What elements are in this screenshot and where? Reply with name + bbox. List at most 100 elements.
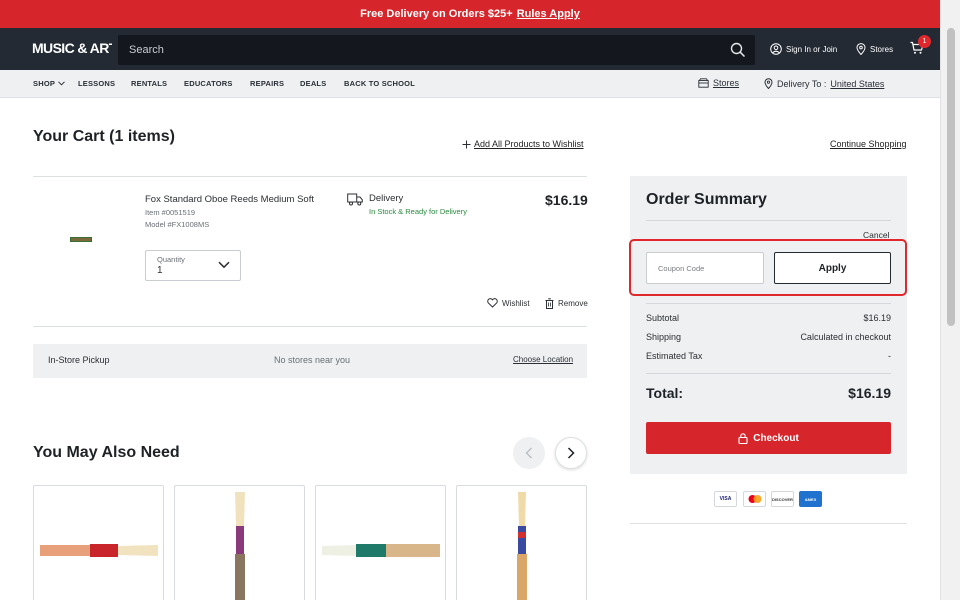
svg-text:MUSIC & ARTS: MUSIC & ARTS <box>32 40 112 56</box>
divider <box>646 303 891 304</box>
stores-link[interactable]: Stores <box>856 43 893 55</box>
sign-in-label: Sign In or Join <box>786 44 838 54</box>
product-item-number: Item #0051519 <box>145 208 196 217</box>
nav-item-repairs[interactable]: REPAIRS <box>250 79 284 88</box>
apply-coupon-button[interactable]: Apply <box>774 252 891 284</box>
amex-logo: AMEX <box>799 491 822 507</box>
nav-item-deals[interactable]: DEALS <box>300 79 326 88</box>
nav-item-lessons[interactable]: LESSONS <box>78 79 115 88</box>
total-label: Total: <box>646 385 684 401</box>
logo-wordmark: MUSIC & ARTS <box>32 40 126 56</box>
rules-apply-link[interactable]: Rules Apply <box>517 8 580 20</box>
cart-title: Your Cart (1 items) <box>33 128 175 145</box>
move-to-wishlist-button[interactable]: Wishlist <box>487 298 530 308</box>
pickup-status: No stores near you <box>274 355 351 365</box>
checkout-label: Checkout <box>753 432 799 444</box>
visa-logo: VISA <box>714 491 737 507</box>
divider <box>33 326 587 327</box>
main-nav: SHOP LESSONS RENTALS EDUCATORS REPAIRS D… <box>0 70 940 98</box>
cart-count-badge: 1 <box>918 35 931 48</box>
divider <box>646 220 891 221</box>
continue-shopping-link[interactable]: Continue Shopping <box>830 139 907 149</box>
promo-bar: Free Delivery on Orders $25+ Rules Apply <box>0 0 940 28</box>
product-image <box>235 492 245 600</box>
quantity-select[interactable]: Quantity 1 <box>145 250 241 281</box>
nav-item-shop[interactable]: SHOP <box>33 79 65 88</box>
carousel-next-button[interactable] <box>555 437 587 469</box>
divider <box>630 523 907 524</box>
product-image <box>517 492 527 600</box>
shipping-value: Calculated in checkout <box>800 332 891 342</box>
product-image[interactable] <box>70 237 92 242</box>
sign-in-link[interactable]: Sign In or Join <box>770 43 837 55</box>
chevron-down-icon <box>218 261 230 269</box>
discover-logo: DISCOVER <box>771 491 794 507</box>
product-model-number: Model #FX1008MS <box>145 220 210 229</box>
store-icon <box>698 78 709 88</box>
delivery-truck-icon <box>347 193 363 206</box>
subtotal-value: $16.19 <box>863 313 891 323</box>
site-logo[interactable]: MUSIC & ARTS <box>32 40 126 60</box>
nav-item-back-to-school[interactable]: BACK TO SCHOOL <box>344 79 415 88</box>
delivery-country-link[interactable]: United States <box>830 79 884 89</box>
product-card[interactable] <box>174 485 305 600</box>
estimated-tax-value: - <box>888 351 891 361</box>
product-card[interactable] <box>33 485 164 600</box>
delivery-location: Delivery To : United States <box>764 78 884 89</box>
plus-icon <box>462 140 471 148</box>
quantity-value: 1 <box>157 265 163 276</box>
order-summary-title: Order Summary <box>646 191 767 208</box>
nav-item-rentals[interactable]: RENTALS <box>131 79 167 88</box>
total-value: $16.19 <box>848 385 891 401</box>
divider <box>33 176 587 177</box>
delivery-option: Delivery In Stock & Ready for Delivery <box>347 193 467 216</box>
pickup-label: In-Store Pickup <box>48 355 110 365</box>
nav-item-label: SHOP <box>33 79 56 88</box>
item-price: $16.19 <box>545 192 588 208</box>
nav-item-educators[interactable]: EDUCATORS <box>184 79 233 88</box>
delivery-method: Delivery <box>369 193 404 204</box>
product-card[interactable] <box>315 485 446 600</box>
product-card[interactable] <box>456 485 587 600</box>
product-image <box>322 544 440 557</box>
quantity-label: Quantity <box>157 255 185 264</box>
scrollbar-thumb[interactable] <box>947 28 955 326</box>
promo-text: Free Delivery on Orders $25+ <box>360 8 513 20</box>
checkout-button[interactable]: Checkout <box>646 422 891 454</box>
remove-item-button[interactable]: Remove <box>545 298 588 309</box>
page-scrollbar[interactable] <box>940 0 960 600</box>
delivery-label: Delivery To : <box>777 78 827 89</box>
heart-icon <box>487 298 498 308</box>
estimated-tax-label: Estimated Tax <box>646 351 703 361</box>
search-bar <box>118 35 755 65</box>
product-image <box>40 544 158 557</box>
nav-stores-label: Stores <box>713 78 740 88</box>
chevron-down-icon <box>58 81 65 86</box>
wishlist-label: Wishlist <box>502 298 530 308</box>
nav-stores-link[interactable]: Stores <box>698 78 739 88</box>
add-all-to-wishlist-link[interactable]: Add All Products to Wishlist <box>462 139 584 149</box>
location-pin-icon <box>856 43 866 55</box>
lock-icon <box>738 432 748 444</box>
stock-status: In Stock & Ready for Delivery <box>369 207 467 216</box>
mastercard-logo <box>743 491 766 507</box>
remove-label: Remove <box>558 299 588 308</box>
chevron-right-icon <box>567 447 575 459</box>
divider <box>646 373 891 374</box>
recommendations-title: You May Also Need <box>33 444 180 461</box>
coupon-code-input[interactable] <box>646 252 764 284</box>
subtotal-label: Subtotal <box>646 313 680 323</box>
location-pin-icon <box>764 78 773 89</box>
search-input[interactable] <box>129 44 709 56</box>
trash-icon <box>545 298 554 309</box>
carousel-prev-button[interactable] <box>513 437 545 469</box>
user-icon <box>770 43 782 55</box>
mastercard-circles-icon <box>748 495 761 503</box>
stores-label: Stores <box>870 44 894 54</box>
search-icon[interactable] <box>730 42 746 58</box>
choose-location-link[interactable]: Choose Location <box>513 355 573 364</box>
add-all-to-wishlist-label: Add All Products to Wishlist <box>474 139 584 149</box>
in-store-pickup-row: In-Store Pickup No stores near you Choos… <box>33 344 587 378</box>
product-name-link[interactable]: Fox Standard Oboe Reeds Medium Soft <box>145 194 314 205</box>
shipping-label: Shipping <box>646 332 682 342</box>
